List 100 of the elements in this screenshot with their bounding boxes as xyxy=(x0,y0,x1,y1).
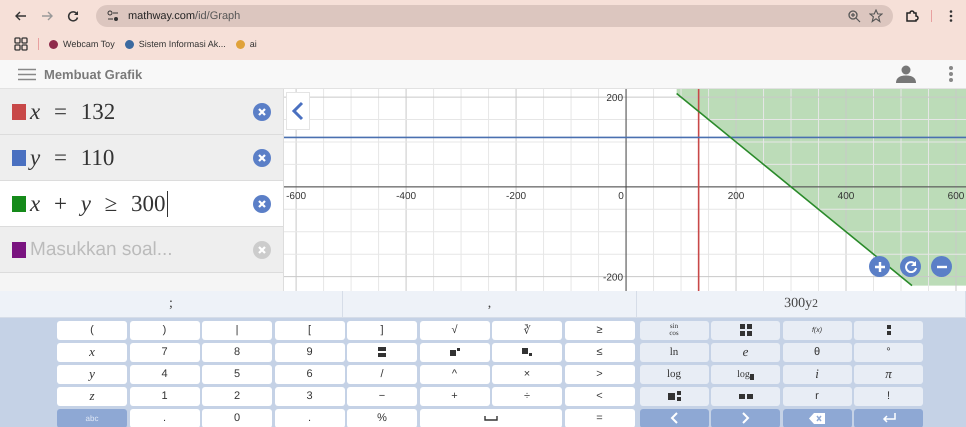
keyboard-key[interactable] xyxy=(640,386,708,406)
keyboard-key[interactable]: > xyxy=(564,364,634,384)
keyboard-key[interactable]: ! xyxy=(854,386,923,406)
keyboard-key[interactable]: 7 xyxy=(130,342,200,362)
tick-label: -400 xyxy=(396,190,416,202)
keyboard-key[interactable]: / xyxy=(347,364,417,384)
colon-icon xyxy=(886,325,890,336)
reload-icon[interactable] xyxy=(66,9,80,23)
keyboard-key[interactable]: 6 xyxy=(274,364,344,384)
keyboard-key[interactable]: < xyxy=(564,386,634,406)
user-icon[interactable] xyxy=(896,65,916,83)
two-boxes-icon xyxy=(738,394,752,399)
keyboard-key[interactable] xyxy=(347,342,417,362)
tune-icon[interactable] xyxy=(106,9,120,23)
keyboard-key[interactable]: = xyxy=(564,408,634,427)
keyboard-key[interactable]: log xyxy=(711,364,780,384)
keyboard-key[interactable] xyxy=(711,386,780,406)
keyboard-key[interactable]: 1 xyxy=(130,386,200,406)
mixed-number-icon xyxy=(668,391,680,402)
plus-icon xyxy=(874,260,886,272)
keyboard-key[interactable]: + xyxy=(420,386,490,406)
equation-row[interactable]: x = 132 xyxy=(0,89,283,135)
matrix-icon xyxy=(740,324,752,336)
keyboard-key[interactable]: r xyxy=(782,386,852,406)
apps-icon[interactable] xyxy=(14,37,28,51)
keyboard-key[interactable]: x xyxy=(57,342,127,362)
keyboard-key[interactable] xyxy=(492,342,562,362)
star-icon[interactable] xyxy=(869,9,883,23)
keyboard-key[interactable]: | xyxy=(202,320,272,340)
backspace-icon xyxy=(809,412,825,424)
clear-icon[interactable] xyxy=(253,148,271,166)
enter-icon xyxy=(882,413,896,424)
power-icon xyxy=(450,348,460,356)
keyboard-key[interactable]: i xyxy=(782,364,852,384)
tick-label: 600 xyxy=(948,190,964,202)
tick-label: 400 xyxy=(838,190,854,202)
keyboard-key[interactable]: θ xyxy=(782,342,852,362)
keyboard-key[interactable]: ] xyxy=(347,320,417,340)
equation-row[interactable]: x + y ≥ 300 xyxy=(0,181,283,227)
keyboard-key[interactable]: ln xyxy=(640,342,708,362)
keyboard-key[interactable]: 3 xyxy=(274,386,344,406)
zoom-icon[interactable] xyxy=(847,9,861,23)
puzzle-icon[interactable] xyxy=(905,9,919,23)
subscript-icon xyxy=(522,348,532,356)
keyboard-key[interactable]: ≥ xyxy=(564,320,634,340)
bookmark[interactable]: Sistem Informasi Ak... xyxy=(124,39,226,49)
keyboard-key[interactable]: × xyxy=(492,364,562,384)
chevron-left-icon xyxy=(292,101,304,121)
zoom-in-button[interactable] xyxy=(869,256,890,277)
tick-label: 200 xyxy=(728,190,744,202)
keyboard-key[interactable] xyxy=(711,320,780,340)
keyboard-key[interactable]: [ xyxy=(274,320,344,340)
reset-icon xyxy=(904,260,916,272)
collapse-button[interactable] xyxy=(286,92,310,130)
keyboard-key[interactable]: ) xyxy=(130,320,200,340)
tick-label: -600 xyxy=(286,190,306,202)
clear-icon[interactable] xyxy=(253,102,271,120)
keyboard-key[interactable]: √ xyxy=(420,320,490,340)
tick-label: -200 xyxy=(506,190,526,202)
tick-label: -200 xyxy=(603,272,624,284)
keyboard-key[interactable]: . xyxy=(130,408,200,427)
keyboard-key[interactable]: e xyxy=(711,342,780,362)
keyboard-key[interactable]: . xyxy=(274,408,344,427)
keyboard-key[interactable]: y xyxy=(57,364,127,384)
more-icon[interactable] xyxy=(948,65,954,83)
keyboard-key[interactable]: π xyxy=(854,364,923,384)
suggestion[interactable]: ; xyxy=(0,291,343,316)
keyboard-key[interactable] xyxy=(420,342,490,362)
fraction-icon xyxy=(378,347,386,358)
equation-row[interactable]: y = 110 xyxy=(0,135,283,181)
box-icon xyxy=(750,374,754,380)
keyboard-key[interactable] xyxy=(854,320,923,340)
bookmark[interactable]: ai xyxy=(236,39,257,49)
keyboard-key[interactable]: ( xyxy=(57,320,127,340)
keyboard-key[interactable]: 2 xyxy=(202,386,272,406)
app-title: Membuat Grafik xyxy=(44,66,144,82)
keyboard-key[interactable]: log xyxy=(640,364,708,384)
keyboard-key[interactable]: ^ xyxy=(420,364,490,384)
keyboard-key[interactable]: z xyxy=(57,386,127,406)
equation-text: y = 110 xyxy=(30,144,116,170)
keyboard-key[interactable]: 8 xyxy=(202,342,272,362)
equation-text: x = 132 xyxy=(30,98,116,124)
keyboard-key[interactable]: ≤ xyxy=(564,342,634,362)
keyboard-key[interactable]: 4 xyxy=(130,364,200,384)
keyboard-key[interactable]: ÷ xyxy=(492,386,562,406)
keyboard-key[interactable]: − xyxy=(347,386,417,406)
back-icon[interactable] xyxy=(14,9,28,23)
tick-label: 0 xyxy=(618,190,624,202)
keyboard-key[interactable]: 9 xyxy=(274,342,344,362)
keyboard-key[interactable]: 0 xyxy=(202,408,272,427)
space-icon xyxy=(484,416,498,421)
equation-text: x + y ≥ 300 xyxy=(30,190,168,216)
bookmark[interactable]: Webcam Toy xyxy=(49,39,115,49)
keyboard-key[interactable]: ° xyxy=(854,342,923,362)
keyboard-key[interactable]: % xyxy=(347,408,417,427)
clear-icon[interactable] xyxy=(253,194,271,212)
keyboard-key[interactable]: 5 xyxy=(202,364,272,384)
keyboard-key[interactable]: ∛ xyxy=(492,320,562,340)
suggestion[interactable]: , xyxy=(343,291,637,316)
address-bar[interactable]: mathway.com/id/Graph xyxy=(96,5,893,27)
